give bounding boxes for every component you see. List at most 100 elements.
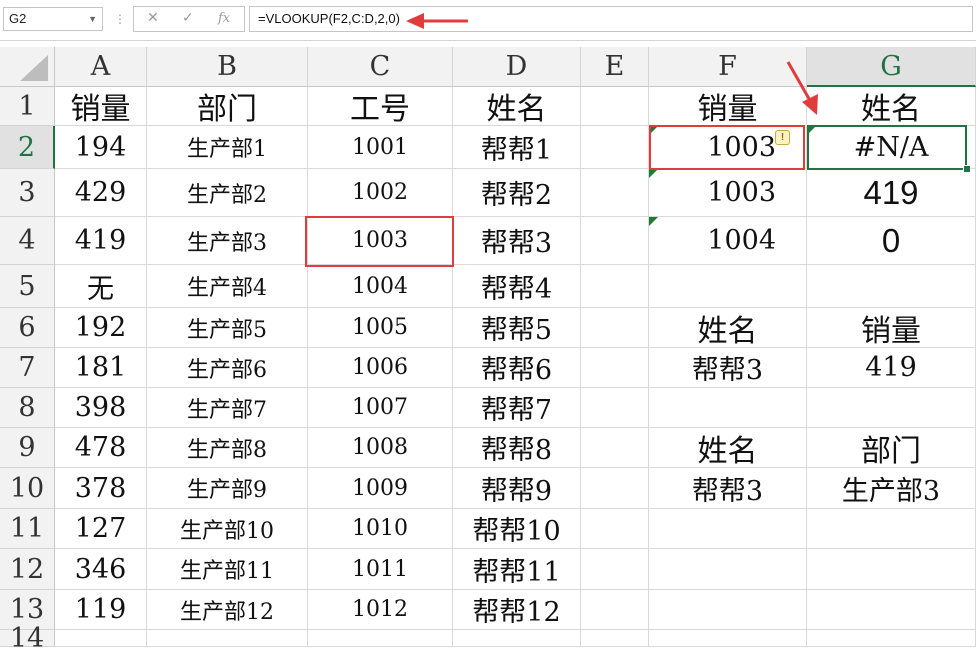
cell-E12[interactable] <box>581 549 649 590</box>
formula-input[interactable]: =VLOOKUP(F2,C:D,2,0) <box>249 6 973 32</box>
cell-B10[interactable]: 生产部9 <box>147 468 308 509</box>
cell-C4[interactable]: 1003 <box>308 217 453 265</box>
cell-E6[interactable] <box>581 308 649 348</box>
cell-B8[interactable]: 生产部7 <box>147 388 308 428</box>
cell-A7[interactable]: 181 <box>55 348 147 388</box>
cell-A2[interactable]: 194 <box>55 126 147 169</box>
cell-D7[interactable]: 帮帮6 <box>453 348 581 388</box>
cell-C11[interactable]: 1010 <box>308 509 453 549</box>
cell-F9[interactable]: 姓名 <box>649 428 807 469</box>
cell-G11[interactable] <box>807 509 976 549</box>
cell-B2[interactable]: 生产部1 <box>147 126 308 169</box>
cell-B4[interactable]: 生产部3 <box>147 217 308 265</box>
row-header-1[interactable]: 1 <box>0 87 55 126</box>
cell-F7[interactable]: 帮帮3 <box>649 348 807 388</box>
cell-G3[interactable]: 419 <box>807 169 976 217</box>
cell-D9[interactable]: 帮帮8 <box>453 428 581 468</box>
cell-C10[interactable]: 1009 <box>308 468 453 509</box>
cell-F11[interactable] <box>649 509 807 549</box>
enter-icon[interactable]: ✓ <box>182 10 194 26</box>
cell-D2[interactable]: 帮帮1 <box>453 126 581 169</box>
cancel-icon[interactable]: ✕ <box>147 10 159 26</box>
row-header-10[interactable]: 10 <box>0 468 55 509</box>
cell-G8[interactable] <box>807 388 976 428</box>
cell-F8[interactable] <box>649 388 807 428</box>
cell-E4[interactable] <box>581 217 649 265</box>
cell-G13[interactable] <box>807 590 976 630</box>
cell-A6[interactable]: 192 <box>55 308 147 348</box>
row-header-4[interactable]: 4 <box>0 217 55 265</box>
cell-B1[interactable]: 部门 <box>147 87 308 127</box>
cell-B11[interactable]: 生产部10 <box>147 509 308 549</box>
drag-handle-icon[interactable]: ⋮ <box>114 12 126 26</box>
cell-B6[interactable]: 生产部5 <box>147 308 308 348</box>
row-header-12[interactable]: 12 <box>0 549 55 590</box>
cell-G10[interactable]: 生产部3 <box>807 468 976 509</box>
cell-C6[interactable]: 1005 <box>308 308 453 348</box>
cell-A8[interactable]: 398 <box>55 388 147 428</box>
fx-icon[interactable]: fx <box>218 11 230 26</box>
cell-F14[interactable] <box>649 630 807 647</box>
row-header-7[interactable]: 7 <box>0 348 55 388</box>
cell-E8[interactable] <box>581 388 649 428</box>
cell-F6[interactable]: 姓名 <box>649 308 807 349</box>
cell-C13[interactable]: 1012 <box>308 590 453 630</box>
cell-G1[interactable]: 姓名 <box>807 87 976 127</box>
cell-G6[interactable]: 销量 <box>807 308 976 349</box>
cell-C9[interactable]: 1008 <box>308 428 453 468</box>
column-header-B[interactable]: B <box>147 47 308 87</box>
cell-A14[interactable] <box>55 630 147 647</box>
select-all-corner[interactable] <box>0 47 55 87</box>
cell-E3[interactable] <box>581 169 649 217</box>
error-warning-icon[interactable]: ! <box>775 130 790 145</box>
chevron-down-icon[interactable]: ▼ <box>88 8 97 30</box>
cell-C1[interactable]: 工号 <box>308 87 453 127</box>
cell-D8[interactable]: 帮帮7 <box>453 388 581 428</box>
cell-G4[interactable]: 0 <box>807 217 976 265</box>
cell-F3[interactable]: 1003 <box>649 169 807 217</box>
cell-A12[interactable]: 346 <box>55 549 147 590</box>
cell-D10[interactable]: 帮帮9 <box>453 468 581 509</box>
cell-B13[interactable]: 生产部12 <box>147 590 308 630</box>
row-header-9[interactable]: 9 <box>0 428 55 468</box>
cell-A5[interactable]: 无 <box>55 265 147 308</box>
cell-D5[interactable]: 帮帮4 <box>453 265 581 308</box>
cell-C5[interactable]: 1004 <box>308 265 453 308</box>
cell-C2[interactable]: 1001 <box>308 126 453 169</box>
cell-D11[interactable]: 帮帮10 <box>453 509 581 549</box>
cell-D12[interactable]: 帮帮11 <box>453 549 581 590</box>
cell-D14[interactable] <box>453 630 581 647</box>
cell-G2[interactable]: #N/A <box>807 126 976 169</box>
cell-G12[interactable] <box>807 549 976 590</box>
cell-A9[interactable]: 478 <box>55 428 147 468</box>
cell-G5[interactable] <box>807 265 976 308</box>
cell-D1[interactable]: 姓名 <box>453 87 581 127</box>
cell-D4[interactable]: 帮帮3 <box>453 217 581 265</box>
column-header-D[interactable]: D <box>453 47 581 87</box>
cell-B5[interactable]: 生产部4 <box>147 265 308 308</box>
cell-G7[interactable]: 419 <box>807 348 976 388</box>
cell-E5[interactable] <box>581 265 649 308</box>
cell-F12[interactable] <box>649 549 807 590</box>
column-header-C[interactable]: C <box>308 47 453 87</box>
cell-E9[interactable] <box>581 428 649 468</box>
cell-G14[interactable] <box>807 630 976 647</box>
cell-G9[interactable]: 部门 <box>807 428 976 469</box>
column-header-E[interactable]: E <box>581 47 649 87</box>
cell-B9[interactable]: 生产部8 <box>147 428 308 468</box>
cell-A11[interactable]: 127 <box>55 509 147 549</box>
cell-B12[interactable]: 生产部11 <box>147 549 308 590</box>
cell-E14[interactable] <box>581 630 649 647</box>
cell-A4[interactable]: 419 <box>55 217 147 265</box>
row-header-14[interactable]: 14 <box>0 623 55 654</box>
column-header-A[interactable]: A <box>55 47 147 87</box>
cell-B7[interactable]: 生产部6 <box>147 348 308 388</box>
cell-E2[interactable] <box>581 126 649 169</box>
name-box[interactable]: G2 ▼ <box>3 7 103 31</box>
cell-F5[interactable] <box>649 265 807 308</box>
cell-B3[interactable]: 生产部2 <box>147 169 308 217</box>
column-header-G[interactable]: G <box>807 47 976 87</box>
cell-F4[interactable]: 1004 <box>649 217 807 265</box>
row-header-11[interactable]: 11 <box>0 509 55 549</box>
cell-D6[interactable]: 帮帮5 <box>453 308 581 348</box>
